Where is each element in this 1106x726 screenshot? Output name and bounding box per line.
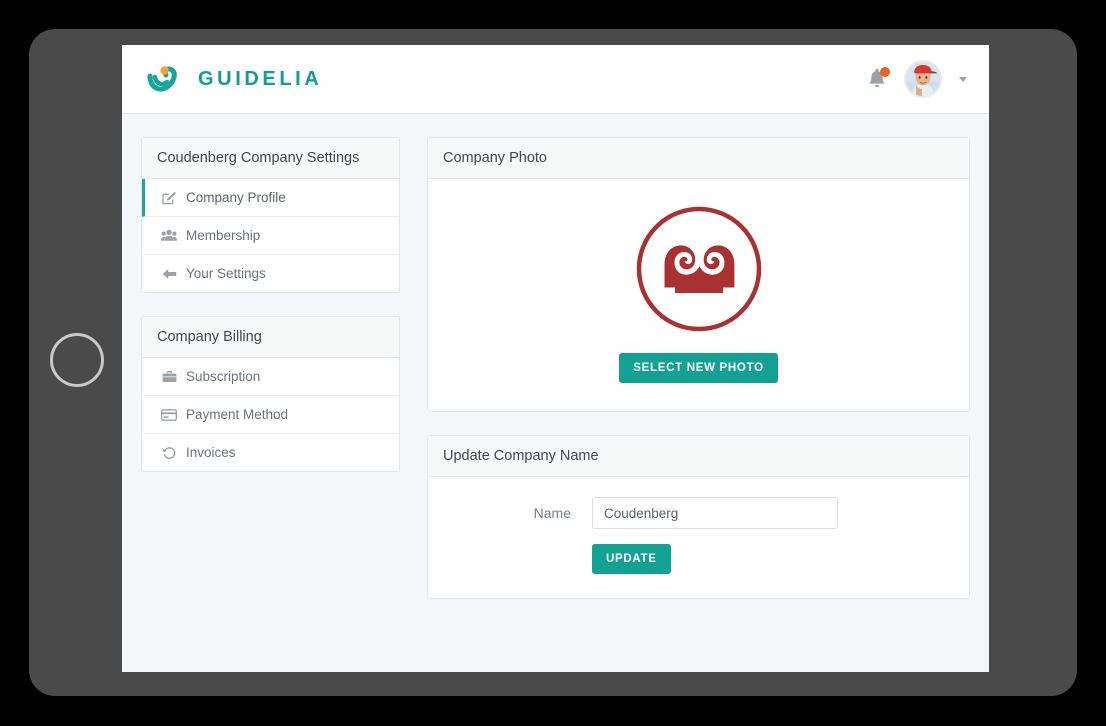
company-billing-title: Company Billing bbox=[142, 317, 399, 358]
sidebar-item-membership[interactable]: Membership bbox=[142, 217, 399, 255]
header-actions bbox=[867, 60, 967, 98]
update-company-name-card: Update Company Name Name UPDATE bbox=[427, 435, 970, 599]
sidebar: Coudenberg Company Settings Company Prof… bbox=[141, 137, 400, 622]
tablet-device-frame: GUIDELIA Coudenberg Company Settings Com… bbox=[29, 29, 1077, 696]
company-billing-panel: Company Billing Subscription Payment Met… bbox=[141, 316, 400, 472]
company-name-input[interactable] bbox=[592, 497, 838, 529]
briefcase-icon bbox=[161, 369, 177, 384]
update-company-name-title: Update Company Name bbox=[428, 436, 969, 477]
arrow-left-icon bbox=[161, 266, 177, 281]
notification-badge bbox=[880, 67, 890, 77]
tablet-screen: GUIDELIA Coudenberg Company Settings Com… bbox=[122, 45, 989, 672]
sidebar-item-label: Subscription bbox=[186, 369, 261, 384]
sidebar-item-payment-method[interactable]: Payment Method bbox=[142, 396, 399, 434]
sidebar-item-company-profile[interactable]: Company Profile bbox=[142, 179, 399, 217]
home-button[interactable] bbox=[50, 333, 104, 387]
name-form-actions: UPDATE bbox=[443, 544, 954, 574]
guidelia-swoosh-logo-icon bbox=[147, 64, 187, 94]
update-button[interactable]: UPDATE bbox=[592, 544, 671, 574]
edit-pencil-icon bbox=[161, 190, 177, 205]
users-group-icon bbox=[161, 228, 177, 243]
brand-name: GUIDELIA bbox=[198, 67, 323, 90]
sidebar-item-label: Invoices bbox=[186, 445, 236, 460]
credit-card-icon bbox=[161, 407, 177, 422]
sidebar-item-label: Payment Method bbox=[186, 407, 289, 422]
sidebar-item-label: Company Profile bbox=[186, 190, 286, 205]
sidebar-item-label: Membership bbox=[186, 228, 261, 243]
avatar[interactable] bbox=[904, 60, 942, 98]
company-settings-panel: Coudenberg Company Settings Company Prof… bbox=[141, 137, 400, 293]
company-photo-title: Company Photo bbox=[428, 138, 969, 179]
select-new-photo-button[interactable]: SELECT NEW PHOTO bbox=[619, 353, 778, 383]
sidebar-item-your-settings[interactable]: Your Settings bbox=[142, 255, 399, 292]
name-label: Name bbox=[533, 505, 571, 521]
sidebar-item-label: Your Settings bbox=[186, 266, 266, 281]
brand-logo[interactable]: GUIDELIA bbox=[147, 64, 322, 94]
coudenberg-crown-emblem-icon bbox=[635, 205, 763, 333]
company-photo-card: Company Photo SELECT NEW PHOTO bbox=[427, 137, 970, 412]
update-company-name-body: Name UPDATE bbox=[428, 477, 969, 598]
history-clock-icon bbox=[161, 445, 177, 460]
company-settings-title: Coudenberg Company Settings bbox=[142, 138, 399, 179]
main-content: Company Photo SELECT NEW PHOTO Update Co… bbox=[427, 137, 970, 622]
bell-icon[interactable] bbox=[867, 67, 890, 90]
sidebar-item-subscription[interactable]: Subscription bbox=[142, 358, 399, 396]
company-photo-body: SELECT NEW PHOTO bbox=[428, 179, 969, 411]
chevron-down-icon[interactable] bbox=[959, 76, 967, 82]
name-form-row: Name bbox=[443, 497, 954, 529]
page-content: Coudenberg Company Settings Company Prof… bbox=[122, 114, 989, 622]
sidebar-item-invoices[interactable]: Invoices bbox=[142, 434, 399, 471]
app-header: GUIDELIA bbox=[122, 45, 989, 114]
